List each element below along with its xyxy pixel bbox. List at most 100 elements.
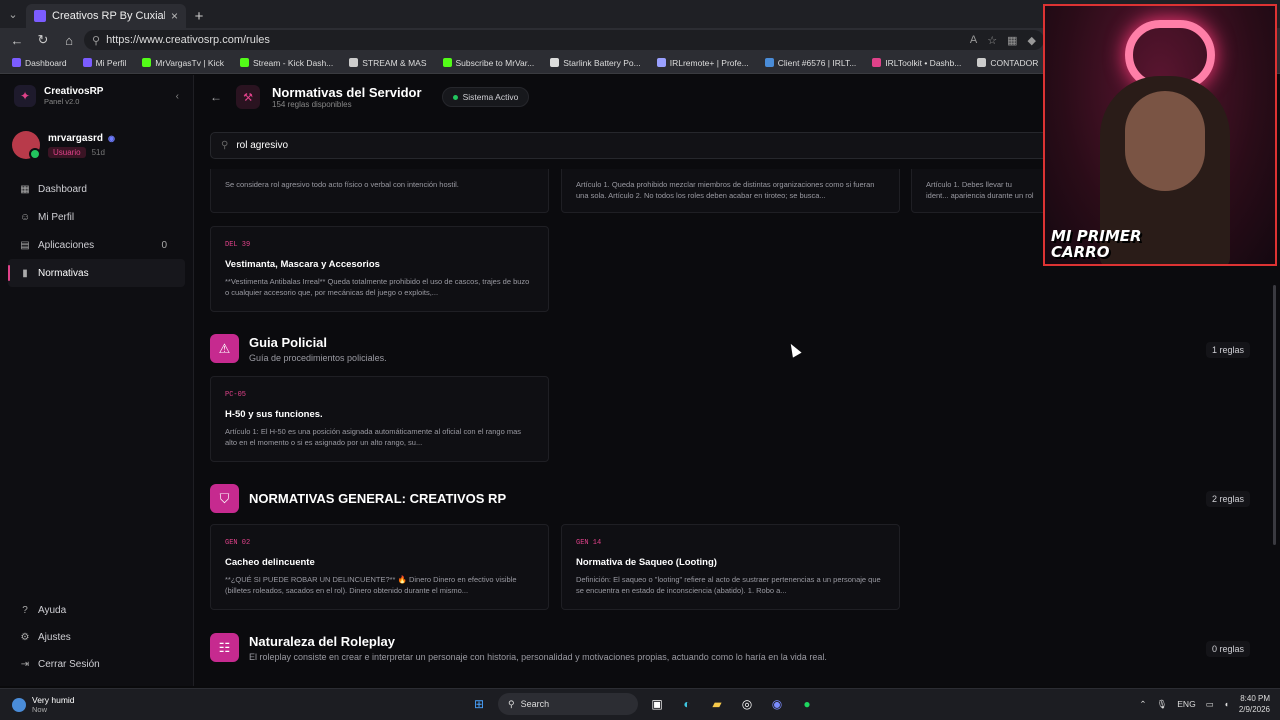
aplicaciones-count: 0 bbox=[161, 239, 167, 251]
sidebar-item-label: Normativas bbox=[38, 267, 89, 279]
bookmark-item[interactable]: Dashboard bbox=[6, 54, 73, 72]
clock[interactable]: 8:40 PM 2/9/2026 bbox=[1239, 693, 1270, 715]
rule-card[interactable]: GEN 02 Cacheo delincuente **¿QUÉ SI PUED… bbox=[210, 524, 549, 610]
rule-title: Normativa de Saqueo (Looting) bbox=[576, 557, 717, 568]
bookmark-item[interactable]: Stream - Kick Dash... bbox=[234, 54, 339, 72]
sidebar-item-label: Dashboard bbox=[38, 183, 87, 195]
grid-icon: ▦ bbox=[20, 183, 30, 195]
brand-version: Panel v2.0 bbox=[44, 97, 80, 106]
sidebar-item-cerrar-sesion[interactable]: ⇥ Cerrar Sesión bbox=[0, 651, 193, 678]
sidebar-item-mi-perfil[interactable]: ☺ Mi Perfil bbox=[0, 203, 193, 231]
search-bar: ⚲ bbox=[210, 132, 1050, 159]
bookmark-item[interactable]: Starlink Battery Po... bbox=[544, 54, 646, 72]
search-input[interactable] bbox=[236, 140, 1039, 151]
bookmark-item[interactable]: STREAM & MAS bbox=[343, 54, 432, 72]
extension-icon[interactable]: ◆ bbox=[1028, 34, 1036, 47]
section-header[interactable]: ☷ Naturaleza del Roleplay El roleplay co… bbox=[210, 633, 827, 662]
rule-card[interactable]: Se considera rol agresivo todo acto físi… bbox=[210, 169, 549, 213]
avatar bbox=[12, 131, 41, 160]
spotify-icon[interactable]: ● bbox=[796, 693, 818, 715]
browser-tab[interactable]: Creativos RP By Cuxial × bbox=[26, 4, 186, 28]
volume-icon[interactable]: ◖ bbox=[1224, 699, 1229, 709]
rule-card[interactable]: DEL 39 Vestimanta, Mascara y Accesorios … bbox=[210, 226, 549, 312]
rules-count: 154 reglas disponibles bbox=[272, 100, 352, 109]
tab-title: Creativos RP By Cuxial bbox=[52, 10, 165, 22]
bookmark-item[interactable]: MrVargasTv | Kick bbox=[136, 54, 230, 72]
start-icon[interactable]: ⊞ bbox=[468, 693, 490, 715]
status-dot-icon bbox=[452, 94, 458, 100]
rule-card-desc: Artículo 1. Debes llevar tu ident... apa… bbox=[926, 180, 1034, 200]
sidebar-item-aplicaciones[interactable]: ▤ Aplicaciones 0 bbox=[0, 231, 193, 259]
discord-icon[interactable]: ◉ bbox=[766, 693, 788, 715]
network-icon[interactable]: ▭ bbox=[1206, 699, 1214, 710]
section-header[interactable]: ⚠ Guia Policial Guía de procedimientos p… bbox=[210, 334, 387, 363]
url-text: https://www.creativosrp.com/rules bbox=[106, 34, 270, 46]
gavel-icon: ⚒ bbox=[236, 85, 260, 109]
siren-icon: ⚠ bbox=[210, 334, 239, 363]
read-aloud-icon[interactable]: A bbox=[970, 34, 977, 47]
chevron-up-icon[interactable]: ⌃ bbox=[1139, 699, 1146, 710]
scrollbar[interactable] bbox=[1273, 285, 1276, 545]
collections-icon[interactable]: ▦ bbox=[1007, 34, 1017, 47]
rule-desc: **Vestimenta Antibalas Irreal** Queda to… bbox=[225, 277, 530, 297]
back-icon[interactable]: ← bbox=[6, 30, 28, 50]
edge-icon[interactable]: ◐ bbox=[676, 693, 698, 715]
sidebar-item-normativas[interactable]: ▮ Normativas bbox=[8, 259, 185, 287]
app-icon[interactable]: ◎ bbox=[736, 693, 758, 715]
user-role-badge: Usuario bbox=[48, 146, 86, 158]
reload-icon[interactable]: ↻ bbox=[32, 30, 54, 50]
mouse-cursor-icon bbox=[786, 341, 802, 358]
user-card[interactable]: mrvargasrd ◉ Usuario 51d bbox=[0, 117, 193, 169]
bookmark-favicon-icon bbox=[550, 58, 560, 67]
screen: { "browser": { "tab_title": "Creativos R… bbox=[0, 0, 1280, 720]
file-explorer-icon[interactable]: ▰ bbox=[706, 693, 728, 715]
bookmark-item[interactable]: CONTADOR bbox=[971, 54, 1044, 72]
bookmark-favicon-icon bbox=[349, 58, 359, 67]
collapse-sidebar-icon[interactable]: ‹ bbox=[176, 91, 179, 102]
status-badge: Sistema Activo bbox=[441, 87, 530, 107]
section-rule-count: 0 reglas bbox=[1205, 641, 1250, 657]
bookmark-favicon-icon bbox=[82, 58, 92, 67]
book-icon: ▮ bbox=[22, 267, 28, 279]
sidebar-item-ajustes[interactable]: ⚙ Ajustes bbox=[0, 624, 193, 651]
url-field[interactable]: ⚲ https://www.creativosrp.com/rules A ☆ … bbox=[84, 30, 1044, 50]
bookmark-label: Client #6576 | IRLT... bbox=[777, 57, 857, 68]
new-tab-button[interactable]: + bbox=[186, 4, 212, 28]
tab-list-icon[interactable]: ⌄ bbox=[0, 0, 26, 28]
page-title: Normativas del Servidor bbox=[272, 85, 422, 100]
weather-widget[interactable]: Very humid Now bbox=[0, 695, 200, 714]
back-arrow-icon[interactable]: ← bbox=[210, 90, 224, 104]
rule-code: GEN 02 bbox=[225, 539, 251, 547]
bookmark-item[interactable]: Mi Perfil bbox=[77, 54, 133, 72]
bookmark-item[interactable]: Client #6576 | IRLT... bbox=[759, 54, 863, 72]
taskbar-search[interactable]: ⚲ Search bbox=[498, 693, 638, 715]
rule-card[interactable]: PC-05 H-50 y sus funciones. Artículo 1: … bbox=[210, 376, 549, 462]
home-icon[interactable]: ⌂ bbox=[58, 30, 80, 50]
bookmark-favicon-icon bbox=[442, 58, 452, 67]
rule-desc: Definición: El saqueo o "looting" refier… bbox=[576, 575, 881, 595]
bookmark-item[interactable]: IRLremote+ | Profe... bbox=[651, 54, 755, 72]
user-days: 51d bbox=[91, 147, 105, 157]
language-indicator[interactable]: ENG bbox=[1177, 699, 1195, 709]
rule-card[interactable]: Artículo 1. Queda prohibido mezclar miem… bbox=[561, 169, 900, 213]
rule-card[interactable]: Artículo 1. Debes llevar tu ident... apa… bbox=[911, 169, 1051, 213]
rule-title: H-50 y sus funciones. bbox=[225, 409, 323, 420]
brand: ✦ CreativosRP Panel v2.0 ‹ bbox=[0, 75, 193, 117]
webcam-overlay: MI PRIMER CARRO bbox=[1043, 4, 1277, 266]
bookmark-label: STREAM & MAS bbox=[362, 57, 427, 68]
rule-desc: **¿QUÉ SI PUEDE ROBAR UN DELINCUENTE?** … bbox=[225, 575, 517, 595]
task-view-icon[interactable]: ▣ bbox=[646, 693, 668, 715]
favorite-star-icon[interactable]: ☆ bbox=[987, 34, 997, 47]
section-rule-count: 2 reglas bbox=[1205, 491, 1250, 507]
microphone-icon[interactable]: 🎙 bbox=[1156, 699, 1167, 710]
sidebar-item-dashboard[interactable]: ▦ Dashboard bbox=[0, 175, 193, 203]
rule-code: GEN 14 bbox=[576, 539, 602, 547]
rule-card[interactable]: GEN 14 Normativa de Saqueo (Looting) Def… bbox=[561, 524, 900, 610]
close-tab-icon[interactable]: × bbox=[171, 9, 178, 23]
bookmark-item[interactable]: IRLToolkit • Dashb... bbox=[866, 54, 967, 72]
bookmark-item[interactable]: Subscribe to MrVar... bbox=[437, 54, 541, 72]
streamer-face-image bbox=[1125, 91, 1205, 191]
site-info-icon[interactable]: ⚲ bbox=[92, 34, 100, 47]
section-header[interactable]: ⛉ NORMATIVAS GENERAL: CREATIVOS RP bbox=[210, 484, 506, 513]
sidebar-item-ayuda[interactable]: ? Ayuda bbox=[0, 597, 193, 624]
